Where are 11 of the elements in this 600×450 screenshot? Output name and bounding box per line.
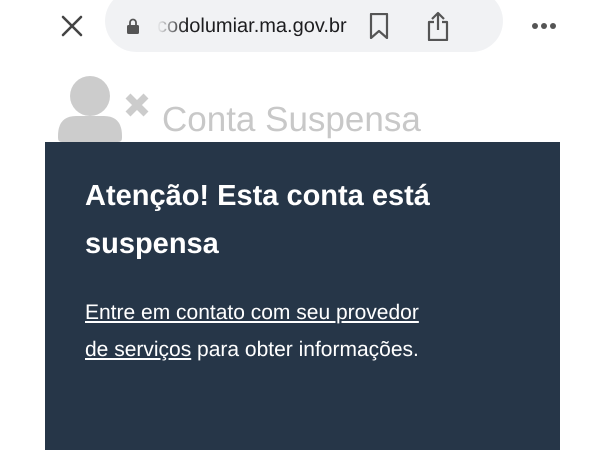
contact-link[interactable]: Entre em contato com seu provedor — [85, 301, 419, 324]
notice-text: Entre em contato com seu provedor de serviços para obter informações. — [85, 300, 420, 363]
address-bar[interactable]: codolumiar.ma.gov.br — [105, 0, 503, 52]
close-icon[interactable] — [60, 14, 84, 38]
bookmark-icon[interactable] — [368, 13, 389, 39]
more-icon[interactable] — [531, 22, 557, 30]
contact-link[interactable]: de serviços — [85, 338, 192, 361]
url-text: codolumiar.ma.gov.br — [157, 14, 347, 38]
notice-title: Atenção! Esta conta está suspensa — [85, 179, 431, 262]
share-icon[interactable] — [426, 11, 449, 41]
lock-icon — [127, 18, 139, 34]
